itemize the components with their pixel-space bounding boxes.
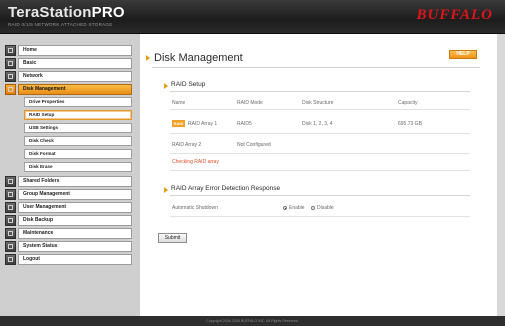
- section-bullet-icon: [164, 83, 168, 89]
- basic-icon: [5, 58, 16, 69]
- automatic-shutdown-label: Automatic Shutdown: [172, 205, 218, 211]
- sidebar-item-basic[interactable]: Basic: [5, 58, 132, 69]
- raid-array-1-name-link[interactable]: RAID Array 1: [188, 121, 217, 127]
- sidebar-item-maintenance[interactable]: Maintenance: [5, 228, 132, 239]
- table-divider: [170, 170, 470, 171]
- subnav-item-disk-erase[interactable]: Disk Erase: [24, 162, 132, 172]
- sidebar-item-network[interactable]: Network: [5, 71, 132, 82]
- status-icon: [5, 241, 16, 252]
- copyright-text: Copyright 2004-2006 BUFFALO INC. All Rig…: [206, 319, 299, 323]
- sidebar-item-user-management[interactable]: User Management: [5, 202, 132, 213]
- folder-icon: [5, 176, 16, 187]
- sidebar-item-disk-backup[interactable]: Disk Backup: [5, 215, 132, 226]
- enable-radio[interactable]: [283, 206, 287, 210]
- disable-radio[interactable]: [311, 206, 315, 210]
- sidebar-item-label: Disk Management: [18, 84, 132, 95]
- table-divider: [170, 216, 470, 217]
- logout-icon: [5, 254, 16, 265]
- sidebar-item-label: Group Management: [18, 189, 132, 200]
- raid-array-1-structure: Disk 1, 2, 3, 4: [302, 121, 333, 127]
- disk-icon: [5, 84, 16, 95]
- submit-button[interactable]: Submit: [158, 233, 187, 243]
- subnav-item-raid-setup[interactable]: RAID Setup: [24, 110, 132, 120]
- sidebar-item-group-management[interactable]: Group Management: [5, 189, 132, 200]
- sidebar: Home Basic Network Disk Management Drive…: [0, 34, 140, 316]
- brand-tagline: RAID 0/1/5 NETWORK ATTACHED STORAGE: [8, 22, 113, 27]
- column-header-raid-mode: RAID Mode: [237, 100, 263, 106]
- sidebar-item-label: Maintenance: [18, 228, 132, 239]
- vendor-logo: BUFFALO: [416, 7, 493, 23]
- column-header-capacity: Capacity: [398, 100, 418, 106]
- subnav-item-usb-settings[interactable]: USB Settings: [24, 123, 132, 133]
- raid-status-badge: RAID: [172, 120, 185, 127]
- title-bullet-icon: [146, 55, 150, 61]
- sidebar-item-label: Shared Folders: [18, 176, 132, 187]
- sidebar-item-label: User Management: [18, 202, 132, 213]
- raid-array-1-capacity: 695.73 GB: [398, 121, 422, 127]
- user-icon: [5, 202, 16, 213]
- network-icon: [5, 71, 16, 82]
- brand-suffix: PRO: [91, 4, 125, 21]
- subnav-item-drive-properties[interactable]: Drive Properties: [24, 97, 132, 107]
- brand-logo: TeraStation​PRO RAID 0/1/5 NETWORK ATTAC…: [8, 5, 125, 27]
- enable-radio-label[interactable]: Enable: [289, 205, 305, 211]
- section-title-raid-setup: RAID Setup: [171, 81, 206, 88]
- sidebar-item-disk-management[interactable]: Disk Management: [5, 84, 132, 95]
- sidebar-item-label: Basic: [18, 58, 132, 69]
- sidebar-item-label: Disk Backup: [18, 215, 132, 226]
- brand-title: TeraStation​PRO: [8, 5, 125, 20]
- title-divider: [152, 67, 480, 68]
- raid-array-2-mode: Not Configured: [237, 142, 271, 148]
- sidebar-item-home[interactable]: Home: [5, 45, 132, 56]
- page-title: Disk Management: [154, 52, 243, 64]
- section-divider: [170, 91, 470, 92]
- column-header-name: Name: [172, 100, 186, 106]
- raid-check-status: Checking RAID array: [172, 159, 219, 165]
- subnav-item-disk-format[interactable]: Disk Format: [24, 149, 132, 159]
- app-header: TeraStation​PRO RAID 0/1/5 NETWORK ATTAC…: [0, 0, 505, 34]
- sidebar-item-label: Network: [18, 71, 132, 82]
- sidebar-item-label: System Status: [18, 241, 132, 252]
- sidebar-item-label: Home: [18, 45, 132, 56]
- main-content: Disk Management HELP RAID Setup Name RAI…: [140, 34, 497, 316]
- raid-array-2-name-link[interactable]: RAID Array 2: [172, 142, 201, 148]
- section-title-error-detection: RAID Array Error Detection Response: [171, 185, 281, 192]
- table-divider: [170, 133, 470, 134]
- sidebar-item-shared-folders[interactable]: Shared Folders: [5, 176, 132, 187]
- home-icon: [5, 45, 16, 56]
- footer: Copyright 2004-2006 BUFFALO INC. All Rig…: [0, 316, 505, 326]
- table-divider: [170, 153, 470, 154]
- column-header-disk-structure: Disk Structure: [302, 100, 334, 106]
- help-button[interactable]: HELP: [449, 50, 477, 59]
- disable-radio-label[interactable]: Disable: [317, 205, 334, 211]
- backup-icon: [5, 215, 16, 226]
- brand-name: TeraStation: [8, 4, 92, 21]
- section-bullet-icon: [164, 187, 168, 193]
- subnav-item-disk-check[interactable]: Disk Check: [24, 136, 132, 146]
- sidebar-item-logout[interactable]: Logout: [5, 254, 132, 265]
- raid-array-1-mode: RAID5: [237, 121, 252, 127]
- sidebar-item-label: Logout: [18, 254, 132, 265]
- sidebar-item-system-status[interactable]: System Status: [5, 241, 132, 252]
- group-icon: [5, 189, 16, 200]
- section-divider: [170, 195, 470, 196]
- maintenance-icon: [5, 228, 16, 239]
- table-divider: [170, 109, 470, 110]
